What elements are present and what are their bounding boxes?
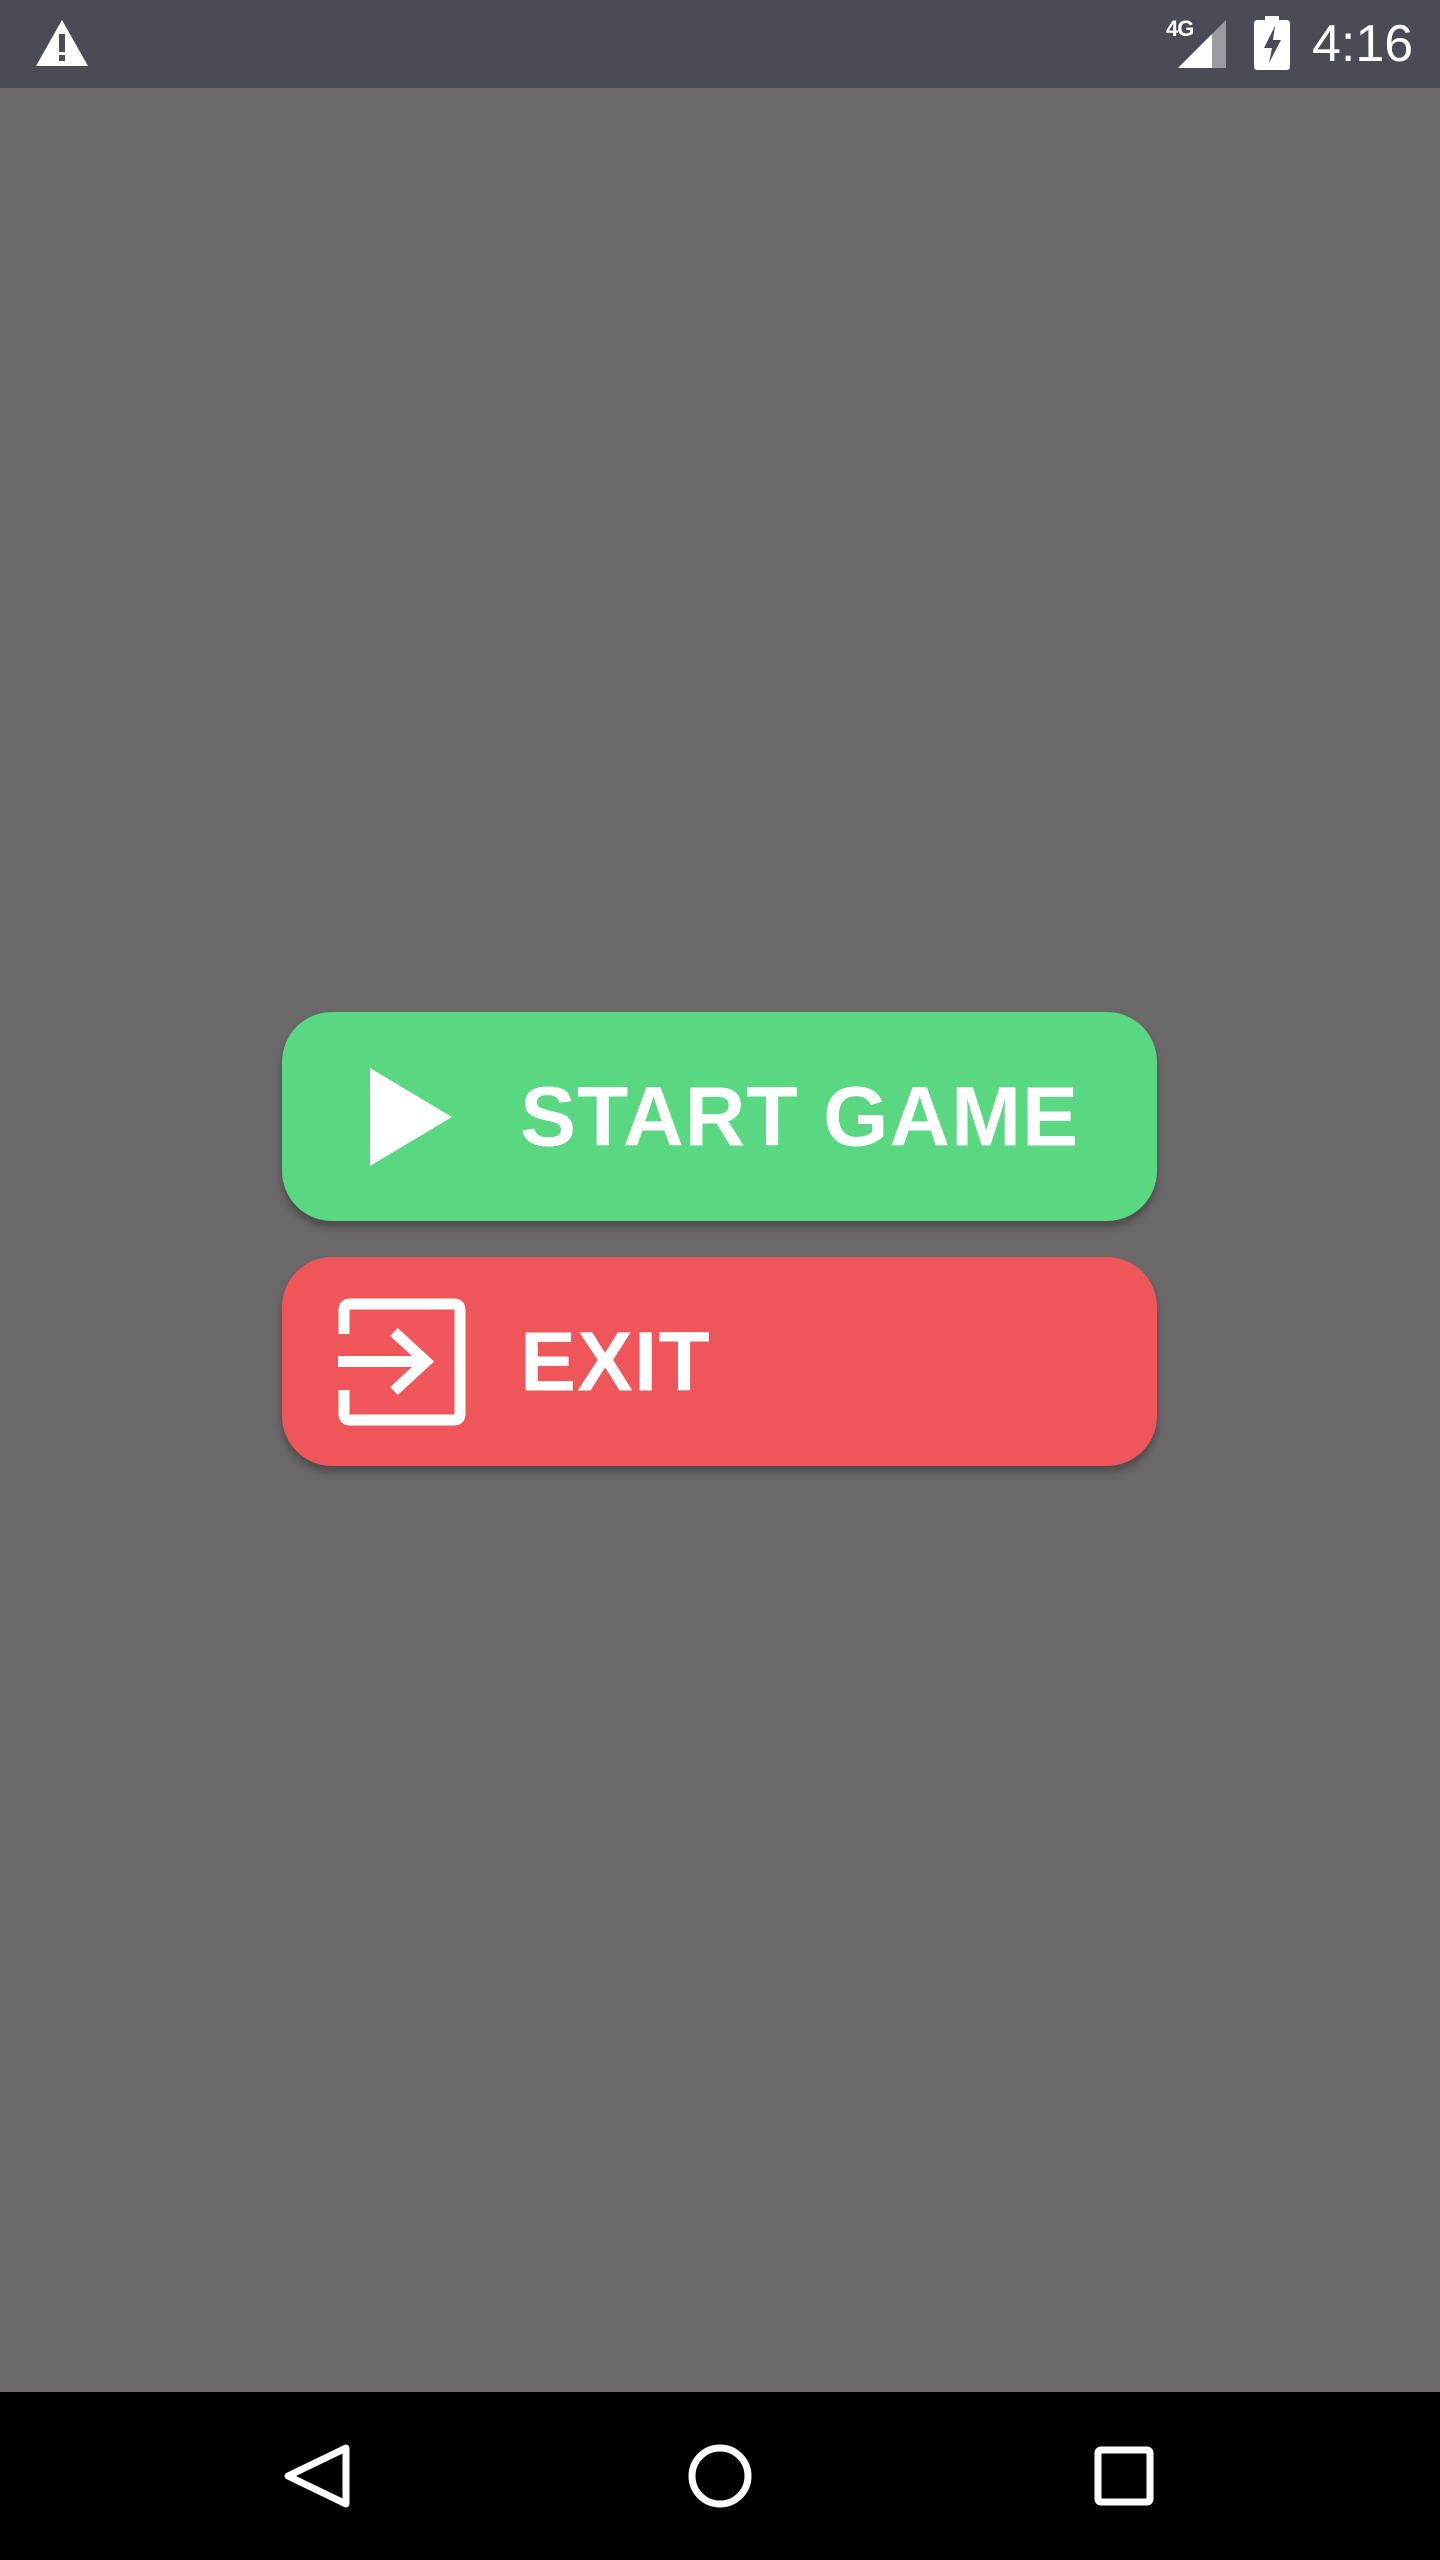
back-icon[interactable] — [274, 2434, 358, 2518]
recents-icon[interactable] — [1082, 2434, 1166, 2518]
battery-charging-icon — [1254, 16, 1290, 70]
exit-label: EXIT — [520, 1314, 711, 1408]
navigation-bar — [0, 2392, 1440, 2560]
status-bar: 4G 4:16 — [0, 0, 1440, 88]
clock: 4:16 — [1312, 15, 1414, 73]
exit-icon — [338, 1298, 466, 1425]
start-game-label: START GAME — [520, 1069, 1080, 1163]
start-game-button[interactable]: START GAME — [282, 1012, 1157, 1221]
warning-icon — [36, 20, 88, 66]
home-icon[interactable] — [678, 2434, 762, 2518]
signal-icon — [1178, 20, 1226, 68]
game-menu-screen: 4G 4:16 START GAME EXIT — [0, 0, 1440, 2560]
play-icon — [370, 1067, 452, 1166]
exit-button[interactable]: EXIT — [282, 1257, 1157, 1466]
